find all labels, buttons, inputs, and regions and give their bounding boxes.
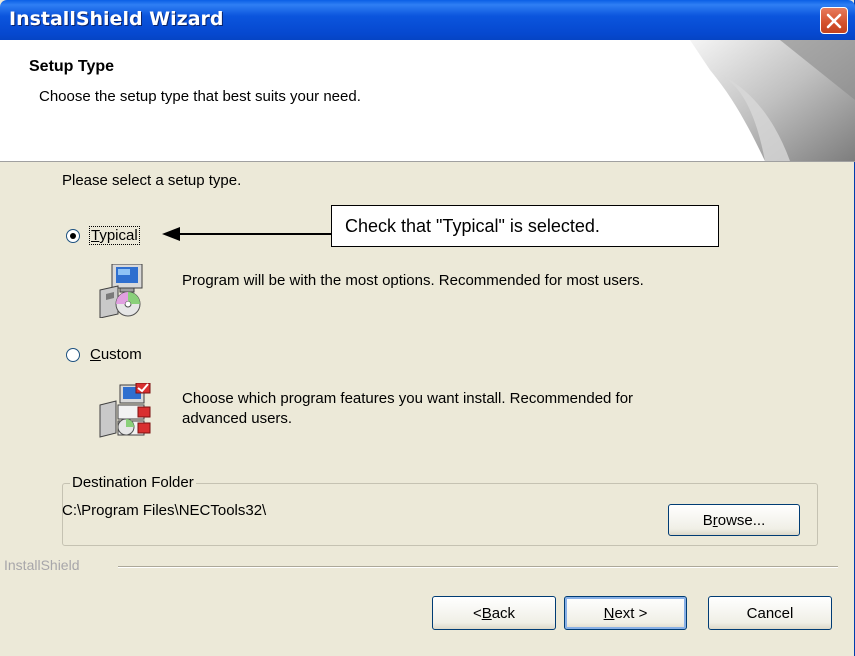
destination-folder-legend: Destination Folder — [70, 474, 196, 491]
instruction-callout: Check that "Typical" is selected. — [331, 205, 719, 247]
footer-divider — [118, 566, 838, 568]
page-subtitle: Choose the setup type that best suits yo… — [39, 88, 361, 105]
installshield-wizard-window: InstallShield Wizard Setup Type Choose t… — [0, 0, 855, 656]
typical-radio[interactable] — [66, 229, 80, 243]
destination-path: C:\Program Files\NECTools32\ — [62, 502, 267, 519]
browse-button[interactable]: Br owse... — [668, 504, 800, 536]
wizard-header: Setup Type Choose the setup type that be… — [0, 40, 855, 162]
custom-radio-label[interactable]: Custom — [90, 346, 142, 363]
title-bar[interactable]: InstallShield Wizard — [0, 0, 855, 40]
close-icon — [826, 13, 842, 29]
back-button[interactable]: < Back — [432, 596, 556, 630]
close-button[interactable] — [820, 7, 848, 34]
custom-setup-icon — [99, 383, 151, 438]
callout-arrow — [162, 227, 332, 241]
typical-radio-label[interactable]: Typical — [89, 226, 140, 245]
cancel-button[interactable]: Cancel — [708, 596, 832, 630]
custom-radio[interactable] — [66, 348, 80, 362]
typical-description: Program will be with the most options. R… — [182, 272, 644, 289]
callout-text: Check that "Typical" is selected. — [345, 216, 600, 236]
window-title: InstallShield Wizard — [9, 8, 224, 30]
custom-description-line1: Choose which program features you want i… — [182, 390, 634, 407]
page-curl-graphic — [690, 40, 855, 161]
setup-type-prompt: Please select a setup type. — [62, 172, 242, 189]
installshield-brand-label: InstallShield — [4, 557, 80, 573]
typical-setup-icon — [99, 264, 143, 318]
page-title: Setup Type — [29, 58, 115, 75]
custom-description-line2: advanced users. — [182, 410, 293, 427]
next-button[interactable]: Next > — [564, 596, 687, 630]
